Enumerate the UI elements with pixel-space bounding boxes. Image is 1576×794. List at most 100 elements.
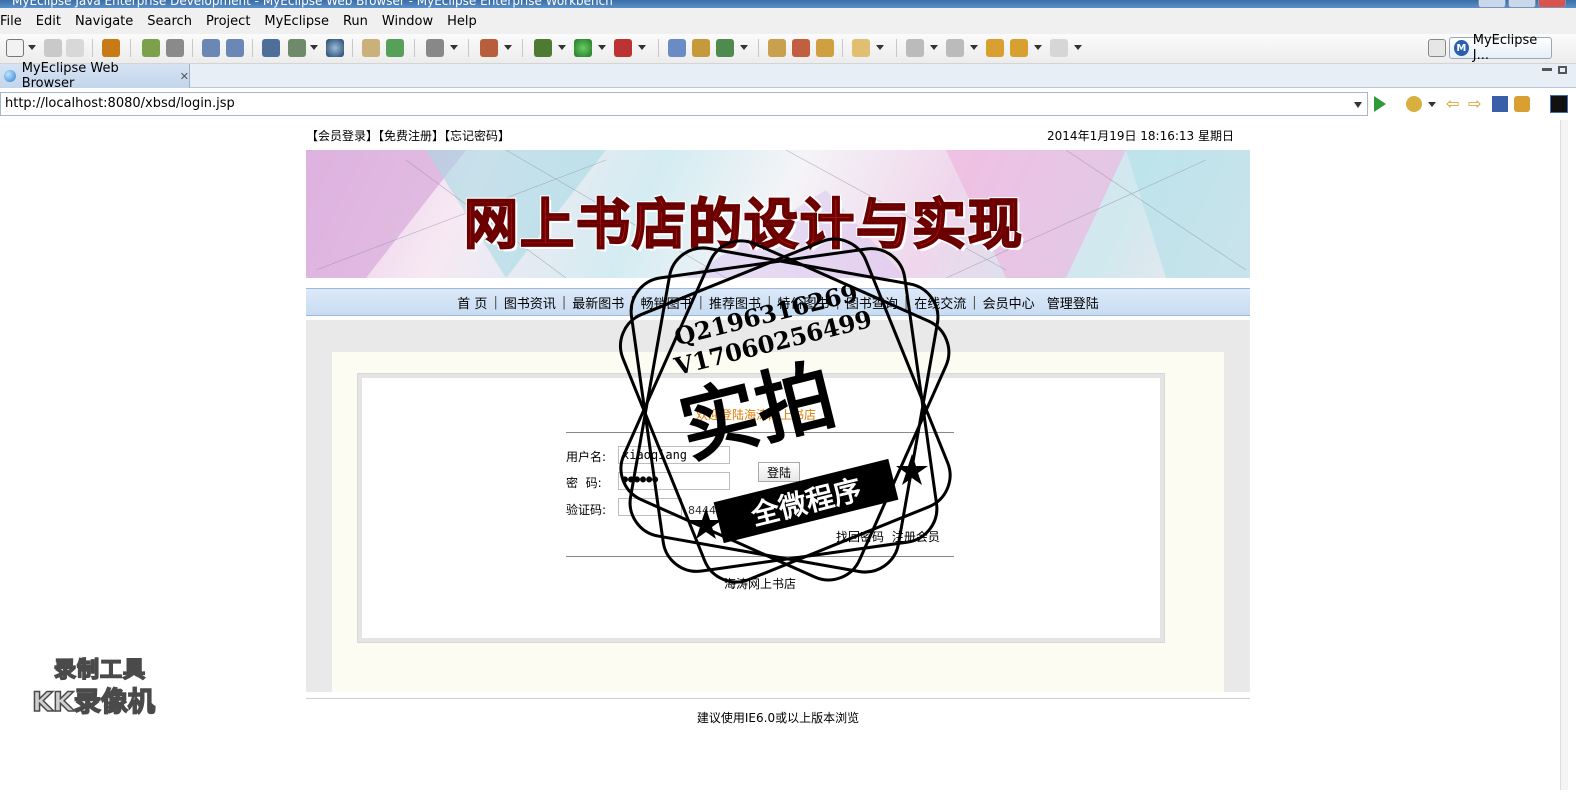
divider bbox=[566, 432, 954, 433]
member-links[interactable]: 【会员登录】【免费注册】【忘记密码】 bbox=[306, 127, 510, 144]
nav-book-search[interactable]: 图书查询 bbox=[840, 293, 904, 312]
recorder-watermark: 录制工具 KK录像机 bbox=[31, 650, 172, 719]
back-icon[interactable] bbox=[1010, 39, 1028, 57]
server-icon[interactable] bbox=[166, 39, 184, 57]
nav-bestsellers[interactable]: 畅销图书 bbox=[635, 293, 699, 312]
close-window-button[interactable] bbox=[1538, 0, 1566, 8]
username-input[interactable]: xiaoqiang bbox=[618, 446, 730, 464]
site-banner: 网上书店的设计与实现 bbox=[306, 150, 1250, 278]
captcha-label: 验证码: bbox=[566, 503, 607, 517]
new-class-icon[interactable] bbox=[668, 39, 686, 57]
editor-tab-row bbox=[0, 64, 1576, 88]
report-icon[interactable] bbox=[480, 39, 498, 57]
prev-annotation-icon[interactable] bbox=[946, 39, 964, 57]
window-title-bar: MyEclipse Java Enterprise Development - … bbox=[0, 0, 1576, 8]
url-input[interactable]: http://localhost:8080/xbsd/login.jsp bbox=[0, 92, 1368, 116]
menu-run[interactable]: Run bbox=[336, 14, 375, 29]
welcome-text: 欢迎登陆海涛网上书店 bbox=[696, 408, 817, 422]
next-annotation-icon[interactable] bbox=[906, 39, 924, 57]
settings-icon[interactable] bbox=[142, 39, 160, 57]
debug-icon[interactable] bbox=[534, 39, 552, 57]
favorites-icon[interactable] bbox=[1406, 96, 1422, 112]
nav-new-books[interactable]: 最新图书 bbox=[566, 293, 630, 312]
find-password-link[interactable]: 找回密码 bbox=[836, 530, 884, 544]
refresh-icon[interactable] bbox=[716, 39, 734, 57]
new-package-icon[interactable] bbox=[692, 39, 710, 57]
recorder-line2: KK录像机 bbox=[31, 686, 155, 719]
shop-name: 海涛网上书店 bbox=[724, 577, 797, 591]
divider bbox=[566, 556, 954, 557]
menu-project[interactable]: Project bbox=[199, 14, 257, 29]
run-server-icon[interactable] bbox=[288, 39, 306, 57]
wizard-icon[interactable] bbox=[202, 39, 220, 57]
new-dropdown-icon[interactable] bbox=[28, 45, 36, 50]
password-input[interactable]: ●●●●●● bbox=[618, 472, 730, 490]
nav-specials[interactable]: 特价图书 bbox=[771, 293, 835, 312]
nav-book-news[interactable]: 图书资讯 bbox=[498, 293, 562, 312]
window-title: MyEclipse Java Enterprise Development - … bbox=[12, 0, 613, 8]
captcha-input[interactable] bbox=[618, 498, 682, 516]
vertical-scrollbar[interactable] bbox=[1560, 120, 1568, 790]
save-all-icon[interactable] bbox=[66, 39, 84, 57]
menu-window[interactable]: Window bbox=[375, 14, 440, 29]
menu-edit[interactable]: Edit bbox=[29, 14, 68, 29]
nav-home[interactable]: 首 页 bbox=[451, 293, 493, 312]
add-icon[interactable] bbox=[386, 39, 404, 57]
myeclipse-icon: M bbox=[1454, 40, 1469, 56]
browser-recommendation: 建议使用IE6.0或以上版本浏览 bbox=[696, 711, 860, 725]
open-perspective-icon[interactable] bbox=[1428, 39, 1446, 57]
new-icon[interactable] bbox=[6, 39, 24, 57]
last-edit-icon[interactable] bbox=[986, 39, 1004, 57]
menu-help[interactable]: Help bbox=[440, 14, 484, 29]
browser-forward-icon[interactable]: ⇨ bbox=[1468, 96, 1484, 112]
menu-file[interactable]: File bbox=[0, 14, 29, 29]
captcha-code: 8444 bbox=[688, 504, 716, 517]
menu-search[interactable]: Search bbox=[140, 14, 199, 29]
account-links: 找回密码 注册会员 bbox=[836, 528, 940, 545]
url-dropdown-icon[interactable] bbox=[1354, 102, 1362, 108]
globe-icon[interactable] bbox=[326, 39, 344, 57]
forward-icon[interactable] bbox=[1050, 39, 1068, 57]
top-info-bar: 【会员登录】【免费注册】【忘记密码】 2014年1月19日 18:16:13 星… bbox=[306, 123, 1250, 143]
deploy-icon[interactable] bbox=[262, 39, 280, 57]
login-button[interactable]: 登陆 bbox=[758, 462, 800, 482]
maximize-view-icon[interactable] bbox=[1558, 66, 1567, 74]
menu-myeclipse[interactable]: MyEclipse bbox=[257, 14, 336, 29]
current-datetime: 2014年1月19日 18:16:13 星期日 bbox=[1047, 129, 1234, 143]
perspective-button[interactable]: M MyEclipse J... bbox=[1449, 33, 1552, 63]
site-nav: 首 页 | 图书资讯 | 最新图书 | 畅销图书 | 推荐图书 | 特价图书 | 图书查询 |… bbox=[306, 288, 1250, 316]
username-label: 用户名: bbox=[566, 450, 607, 464]
open-type-icon[interactable] bbox=[768, 39, 786, 57]
external-tools-icon[interactable] bbox=[614, 39, 632, 57]
refresh-page-icon[interactable] bbox=[1514, 96, 1530, 112]
maximize-button[interactable] bbox=[1508, 0, 1536, 8]
folder-icon[interactable] bbox=[362, 39, 380, 57]
password-label: 密 码: bbox=[566, 476, 602, 490]
save-icon[interactable] bbox=[44, 39, 62, 57]
nav-admin-login[interactable]: 管理登陆 bbox=[1041, 293, 1105, 312]
go-icon[interactable] bbox=[1374, 96, 1386, 112]
menu-navigate[interactable]: Navigate bbox=[68, 14, 140, 29]
tab-web-browser[interactable]: MyEclipse Web Browser ✕ bbox=[0, 61, 190, 91]
menu-bar: File Edit Navigate Search Project MyEcli… bbox=[0, 8, 1576, 34]
stop-icon[interactable] bbox=[1492, 96, 1508, 112]
run-icon[interactable] bbox=[574, 39, 592, 57]
nav-online-chat[interactable]: 在线交流 bbox=[908, 293, 972, 312]
browser-back-icon[interactable]: ⇦ bbox=[1446, 96, 1462, 112]
wizard2-icon[interactable] bbox=[226, 39, 244, 57]
package-icon[interactable] bbox=[102, 39, 120, 57]
search-toolbar-icon[interactable] bbox=[816, 39, 834, 57]
perspective-label: MyEclipse J... bbox=[1472, 33, 1538, 63]
open-folder-icon[interactable] bbox=[852, 39, 870, 57]
camera-icon[interactable] bbox=[426, 39, 444, 57]
register-link[interactable]: 注册会员 bbox=[892, 530, 940, 544]
console-icon[interactable] bbox=[1550, 95, 1568, 113]
close-tab-icon[interactable]: ✕ bbox=[180, 70, 189, 83]
minimize-button[interactable] bbox=[1478, 0, 1506, 8]
nav-member-center[interactable]: 会员中心 bbox=[977, 293, 1041, 312]
open-task-icon[interactable] bbox=[792, 39, 810, 57]
minimize-view-icon[interactable] bbox=[1542, 68, 1552, 71]
tab-label: MyEclipse Web Browser bbox=[21, 61, 119, 91]
banner-title: 网上书店的设计与实现 bbox=[463, 192, 1024, 257]
nav-recommended[interactable]: 推荐图书 bbox=[703, 293, 767, 312]
